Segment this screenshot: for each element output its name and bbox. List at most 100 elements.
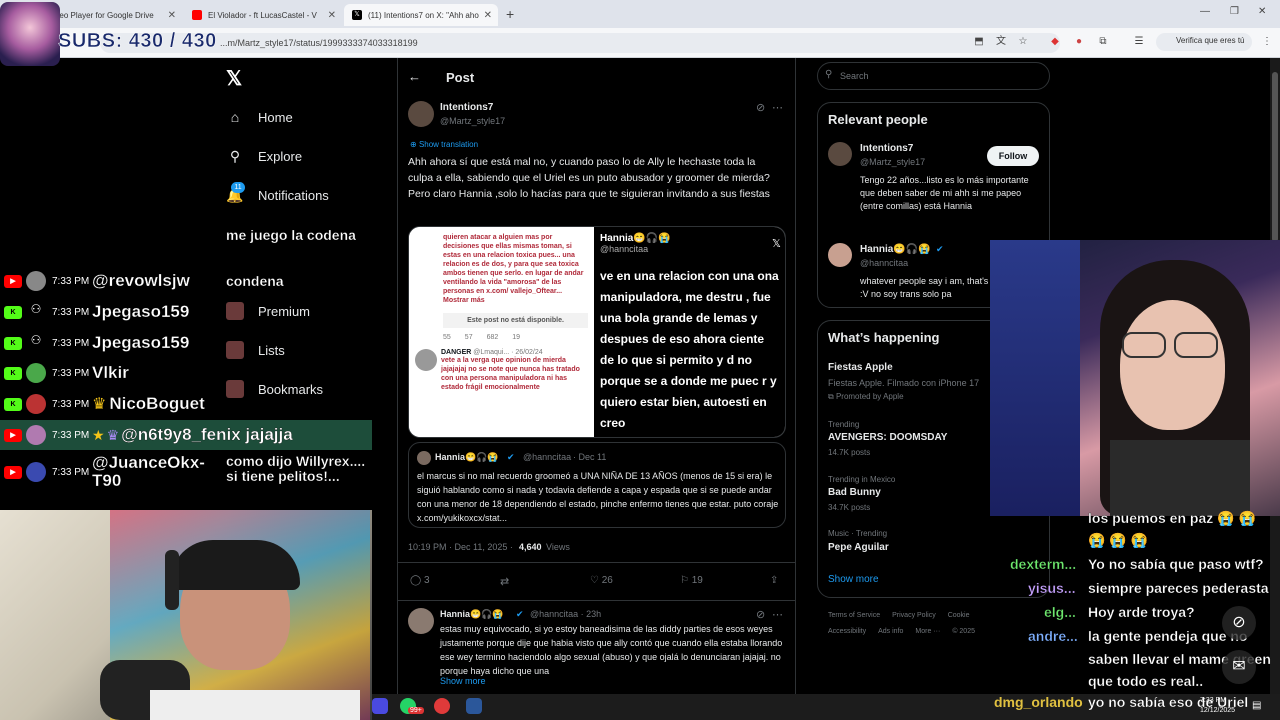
app-icon[interactable] <box>372 698 388 714</box>
kick-icon: K <box>4 397 22 411</box>
footer-link[interactable]: Terms of Service <box>828 612 880 619</box>
stat: 682 <box>486 334 499 341</box>
footer-link[interactable]: More ··· <box>915 628 940 635</box>
guest-shirt <box>1110 440 1250 516</box>
author-handle[interactable]: @Martz_style17 <box>440 116 505 126</box>
extension-icon[interactable]: ◆ <box>1048 35 1062 49</box>
menu-kebab-icon[interactable]: ⋮ <box>1260 35 1274 49</box>
new-tab-button[interactable]: + <box>506 6 514 22</box>
avatar[interactable] <box>828 243 852 267</box>
quote-handle: @hanncitaa <box>600 244 649 254</box>
scrollbar-thumb[interactable] <box>1272 72 1278 242</box>
trend-title[interactable]: Bad Bunny <box>828 487 881 498</box>
verified-badge-icon: ✔ <box>507 452 515 462</box>
grok-float-icon[interactable]: ⊘ <box>1222 606 1256 640</box>
word-icon[interactable] <box>466 698 482 714</box>
show-more-trends-link[interactable]: Show more <box>828 574 879 585</box>
taskbar-clock[interactable]: 7:33 PM <box>1200 697 1226 704</box>
extensions-puzzle-icon[interactable]: ⧉ <box>1096 35 1110 49</box>
tab-x-post[interactable]: 𝕏 (11) Intentions7 on X: "Ahh aho ✕ <box>344 4 498 26</box>
reply-handle[interactable]: @hanncitaa · 23h <box>530 609 601 619</box>
tab-el-violador[interactable]: El Violador - ft LucasCastel - V ✕ <box>184 4 342 26</box>
chat-time: 7:33 PM <box>52 367 90 379</box>
grok-icon[interactable]: ⊘ <box>756 608 765 621</box>
translate-icon[interactable]: 文 <box>994 35 1008 49</box>
minimize-button[interactable]: — <box>1200 6 1210 17</box>
bookmark-button[interactable]: ⚐ 19 <box>680 575 703 586</box>
show-more-link[interactable]: Show more <box>440 676 486 686</box>
footer-link[interactable]: Privacy Policy <box>892 612 936 619</box>
chat-time: 7:33 PM <box>52 398 90 410</box>
quoted-post[interactable]: Hannia😁🎧😭 ✔ @hanncitaa · Dec 11 el marcu… <box>408 442 786 528</box>
x-favicon-icon: 𝕏 <box>352 10 362 20</box>
verify-profile-button[interactable]: Verifica que eres tú <box>1156 33 1253 51</box>
stat: 55 <box>443 334 451 341</box>
obs-icon[interactable] <box>434 698 450 714</box>
trend-title[interactable]: Pepe Aguilar <box>828 542 889 553</box>
more-options-icon[interactable]: ⋯ <box>772 608 783 621</box>
reply-handle: @Lmaqui... · 26/02/24 <box>473 349 543 356</box>
close-tab-icon[interactable]: ✕ <box>168 10 176 21</box>
repost-button[interactable]: ⇄ <box>500 575 509 588</box>
taskbar-badge: 99+ <box>408 707 424 714</box>
author-name[interactable]: Intentions7 <box>440 102 493 113</box>
reply-avatar[interactable] <box>408 608 434 634</box>
search-input[interactable]: Search <box>817 62 1050 90</box>
grok-icon[interactable]: ⊘ <box>756 101 765 114</box>
close-tab-icon[interactable]: ✕ <box>328 10 336 21</box>
stat: 57 <box>464 334 473 341</box>
post-timestamp[interactable]: 10:19 PM · Dec 11, 2025 · <box>408 542 513 552</box>
x-logo-icon[interactable]: 𝕏 <box>226 66 242 91</box>
show-translation-link[interactable]: ⊕ Show translation <box>410 140 478 149</box>
chat-message-text: condena <box>226 273 284 289</box>
quote2-text: el marcus si no mal recuerdo groomeó a U… <box>417 471 779 523</box>
chat-username: NicoBoguet <box>109 394 205 413</box>
chat-message-text: los puemos en paz 😭 😭 <box>1088 510 1256 526</box>
nav-home[interactable]: ⌂ Home <box>226 103 293 131</box>
trend-title[interactable]: AVENGERS: DOOMSDAY <box>828 432 947 443</box>
taskbar-date[interactable]: 12/12/2025 <box>1200 707 1235 714</box>
footer-link[interactable]: Ads info <box>878 628 903 635</box>
chat-row: ▶ 7:33 PM ★ ♛ @n6t9y8_fenix jajajja <box>0 420 372 450</box>
person-name[interactable]: Hannia😁🎧😭 <box>860 244 931 255</box>
person-name[interactable]: Intentions7 <box>860 143 913 154</box>
reply-button[interactable]: ◯ 3 <box>410 575 430 586</box>
media-control-icon[interactable]: ☰ <box>1132 35 1146 49</box>
close-tab-icon[interactable]: ✕ <box>484 10 492 21</box>
youtube-icon: ▶ <box>4 465 22 479</box>
footer-link[interactable]: Cookie <box>948 612 970 619</box>
quote-right-text: ve en una relacion con una ona manipulad… <box>600 269 779 430</box>
chat-message-text: Yo no sabía que paso wtf? <box>1088 556 1264 572</box>
like-button[interactable]: ♡ 26 <box>590 575 613 586</box>
url-field[interactable]: ...m/Martz_style17/status/19993333740333… <box>100 33 1060 53</box>
bookmark-icon: ⚐ <box>680 575 689 586</box>
notification-center-icon[interactable]: ▤ <box>1252 700 1261 711</box>
person-handle[interactable]: @hanncitaa <box>860 258 908 268</box>
avatar[interactable] <box>828 142 852 166</box>
bookmark-star-icon[interactable]: ☆ <box>1016 35 1030 49</box>
chat-message-text: me juego la codena <box>226 227 356 243</box>
quoted-media-image[interactable]: quieren atacar a alguien mas por decisio… <box>408 226 786 438</box>
person-handle[interactable]: @Martz_style17 <box>860 157 925 167</box>
trend-title[interactable]: Fiestas Apple <box>828 362 893 373</box>
share-button[interactable]: ⇪ <box>770 575 778 586</box>
crown-icon: ♛ <box>92 396 107 413</box>
more-options-icon[interactable]: ⋯ <box>772 101 783 114</box>
chat-username: elg... <box>1044 604 1076 620</box>
messages-icon[interactable]: ✉ <box>1222 650 1256 684</box>
restore-button[interactable]: ❐ <box>1230 6 1239 17</box>
extension-icon[interactable]: ● <box>1072 35 1086 49</box>
chat-username: Jpegaso159 <box>92 302 190 321</box>
person-bio: Tengo 22 años...listo es lo más importan… <box>860 175 1029 211</box>
follow-button[interactable]: Follow <box>987 146 1039 166</box>
reply-author-name[interactable]: Hannia😁🎧😭 <box>440 609 504 620</box>
back-arrow-icon[interactable]: ← <box>408 69 421 84</box>
close-window-button[interactable]: ✕ <box>1258 6 1266 17</box>
install-icon[interactable]: ⬒ <box>972 35 986 49</box>
chat-username: yisus... <box>1028 580 1076 596</box>
author-avatar[interactable] <box>408 101 434 127</box>
footer-link[interactable]: Accessibility <box>828 628 866 635</box>
chat-time: 7:33 PM <box>52 306 90 318</box>
nav-explore[interactable]: ⚲ Explore <box>226 142 302 170</box>
repost-icon: ⇄ <box>500 576 510 588</box>
